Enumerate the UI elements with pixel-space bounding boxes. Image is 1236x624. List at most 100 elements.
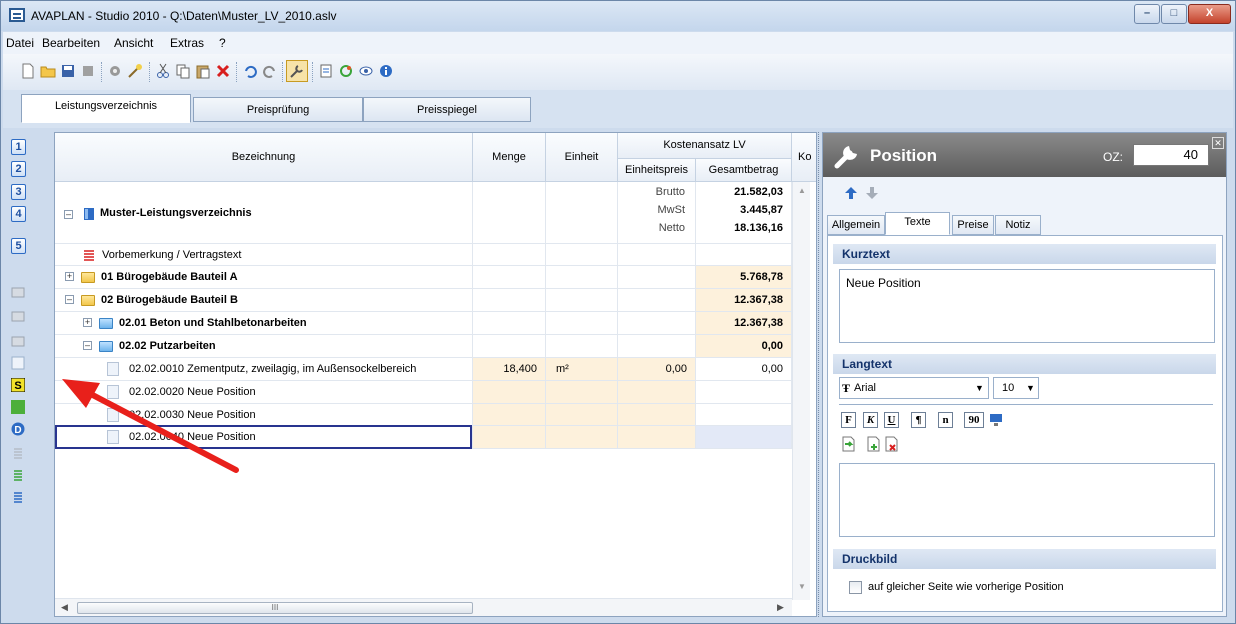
underline-button[interactable]: U bbox=[884, 412, 899, 428]
menu-bearbeiten[interactable]: Bearbeiten bbox=[42, 36, 100, 50]
position-wrench-icon[interactable] bbox=[286, 60, 308, 82]
import-text-icon[interactable] bbox=[841, 436, 855, 452]
close-button[interactable]: X bbox=[1188, 4, 1231, 24]
table-row[interactable]: +01 Bürogebäude Bauteil A 5.768,78 bbox=[55, 266, 792, 289]
monitor-icon[interactable] bbox=[989, 413, 1003, 427]
save-as-icon[interactable] bbox=[80, 63, 96, 79]
tab-preispruefung[interactable]: Preisprüfung bbox=[193, 97, 363, 122]
refresh-icon[interactable] bbox=[338, 63, 354, 79]
redo-icon[interactable] bbox=[262, 63, 278, 79]
expand-toggle[interactable]: + bbox=[65, 272, 74, 281]
group-folder-icon[interactable] bbox=[11, 284, 25, 298]
text-green-icon[interactable] bbox=[11, 468, 25, 482]
d-type-icon[interactable]: D bbox=[11, 422, 25, 436]
preview-eye-icon[interactable] bbox=[358, 63, 374, 79]
italic-button[interactable]: K bbox=[863, 412, 878, 428]
scroll-down-icon[interactable]: ▼ bbox=[798, 582, 806, 591]
oz-field[interactable]: 40 bbox=[1133, 144, 1209, 166]
panel-close-icon[interactable]: ✕ bbox=[1212, 137, 1224, 149]
open-folder-icon[interactable] bbox=[40, 63, 56, 79]
scroll-left-icon[interactable]: ◀ bbox=[61, 602, 68, 613]
table-row[interactable]: 02.02.0030 Neue Position bbox=[55, 404, 792, 426]
tab-allgemein[interactable]: Allgemein bbox=[827, 215, 885, 235]
header-einheit[interactable]: Einheit bbox=[546, 133, 618, 182]
header-ko[interactable]: Ko bbox=[792, 133, 816, 182]
section-folder-icon[interactable] bbox=[11, 333, 25, 347]
expand-toggle[interactable]: – bbox=[83, 341, 92, 350]
settings-gear-icon[interactable] bbox=[107, 63, 123, 79]
tab-preise[interactable]: Preise bbox=[952, 215, 994, 235]
arrow-down-icon[interactable] bbox=[865, 186, 879, 200]
scroll-right-icon[interactable]: ▶ bbox=[777, 602, 784, 613]
paste-icon[interactable] bbox=[195, 63, 211, 79]
level-5-button[interactable]: 5 bbox=[11, 238, 26, 254]
oz-label: OZ: bbox=[1103, 150, 1123, 164]
table-row[interactable]: +02.01 Beton und Stahlbetonarbeiten 12.36… bbox=[55, 312, 792, 335]
subgroup-folder-icon[interactable] bbox=[11, 308, 25, 322]
expand-toggle[interactable]: – bbox=[65, 295, 74, 304]
collapse-toggle[interactable]: – bbox=[64, 210, 73, 219]
position-icon bbox=[107, 408, 119, 422]
langtext-input[interactable] bbox=[839, 463, 1215, 537]
table-row[interactable]: 02.02.0010 Zementputz, zweilagig, im Auß… bbox=[55, 358, 792, 381]
maximize-button[interactable]: □ bbox=[1161, 4, 1187, 24]
title-bar[interactable]: AVAPLAN - Studio 2010 - Q:\Daten\Muster_… bbox=[1, 1, 1235, 31]
level-1-button[interactable]: 1 bbox=[11, 139, 26, 155]
table-row[interactable]: 02.02.0020 Neue Position bbox=[55, 381, 792, 404]
paragraph-button[interactable]: ¶ bbox=[911, 412, 926, 428]
add-text-icon[interactable] bbox=[866, 436, 880, 452]
tab-preisspiegel[interactable]: Preisspiegel bbox=[363, 97, 531, 122]
cut-icon[interactable] bbox=[155, 63, 171, 79]
tab-texte[interactable]: Texte bbox=[885, 212, 950, 235]
table-row[interactable]: – 02.02 Putzarbeiten 0,00 bbox=[55, 335, 792, 358]
arrow-up-icon[interactable] bbox=[844, 186, 858, 200]
expand-toggle[interactable]: + bbox=[83, 318, 92, 327]
green-marker-icon[interactable] bbox=[11, 400, 25, 414]
menu-help[interactable]: ? bbox=[219, 36, 226, 50]
cell-einheitspreis bbox=[618, 335, 696, 357]
scroll-up-icon[interactable]: ▲ bbox=[798, 186, 806, 195]
text-blue-icon[interactable] bbox=[11, 490, 25, 504]
table-row-root[interactable]: – Muster-Leistungsverzeichnis Brutto MwS… bbox=[55, 182, 792, 244]
horizontal-scroll-thumb[interactable]: III bbox=[77, 602, 473, 614]
font-size-select[interactable]: 10 ▼ bbox=[993, 377, 1039, 399]
save-icon[interactable] bbox=[60, 63, 76, 79]
header-bezeichnung[interactable]: Bezeichnung bbox=[55, 133, 473, 182]
s-type-icon[interactable]: S bbox=[11, 378, 25, 392]
copy-icon[interactable] bbox=[175, 63, 191, 79]
bold-button[interactable]: F bbox=[841, 412, 856, 428]
header-einheitspreis[interactable]: Einheitspreis bbox=[618, 159, 696, 182]
info-icon[interactable] bbox=[378, 63, 394, 79]
position-icon[interactable] bbox=[11, 356, 25, 370]
subscript-button[interactable]: n bbox=[938, 412, 953, 428]
kurztext-input[interactable]: Neue Position bbox=[839, 269, 1215, 343]
level-3-button[interactable]: 3 bbox=[11, 184, 26, 200]
remove-text-icon[interactable] bbox=[884, 436, 898, 452]
tab-leistungsverzeichnis[interactable]: Leistungsverzeichnis bbox=[21, 94, 191, 123]
same-page-checkbox[interactable] bbox=[849, 581, 862, 594]
new-document-icon[interactable] bbox=[20, 63, 36, 79]
cell-menge bbox=[473, 289, 546, 311]
delete-icon[interactable] bbox=[215, 63, 231, 79]
rotate-90-button[interactable]: 90 bbox=[964, 412, 984, 428]
menu-datei[interactable]: Datei bbox=[6, 36, 34, 50]
level-2-button[interactable]: 2 bbox=[11, 161, 26, 177]
font-select[interactable]: Ŧ Arial ▼ bbox=[839, 377, 989, 399]
table-row[interactable]: Vorbemerkung / Vertragstext bbox=[55, 244, 792, 266]
vertical-scrollbar[interactable]: ▲ ▼ bbox=[792, 182, 810, 600]
table-row[interactable]: 02.02.0040 Neue Position bbox=[55, 425, 792, 449]
header-menge[interactable]: Menge bbox=[473, 133, 546, 182]
text-grey-icon[interactable] bbox=[11, 446, 25, 460]
wizard-icon[interactable] bbox=[127, 63, 143, 79]
header-gesamtbetrag[interactable]: Gesamtbetrag bbox=[696, 159, 792, 182]
cell-menge bbox=[473, 381, 546, 403]
minimize-button[interactable]: – bbox=[1134, 4, 1160, 24]
menu-extras[interactable]: Extras bbox=[170, 36, 204, 50]
document-view-icon[interactable] bbox=[318, 63, 334, 79]
menu-ansicht[interactable]: Ansicht bbox=[114, 36, 153, 50]
horizontal-scrollbar[interactable]: ◀ III ▶ bbox=[55, 598, 792, 616]
tab-notiz[interactable]: Notiz bbox=[995, 215, 1041, 235]
undo-icon[interactable] bbox=[242, 63, 258, 79]
level-4-button[interactable]: 4 bbox=[11, 206, 26, 222]
table-row[interactable]: – 02 Bürogebäude Bauteil B 12.367,38 bbox=[55, 289, 792, 312]
